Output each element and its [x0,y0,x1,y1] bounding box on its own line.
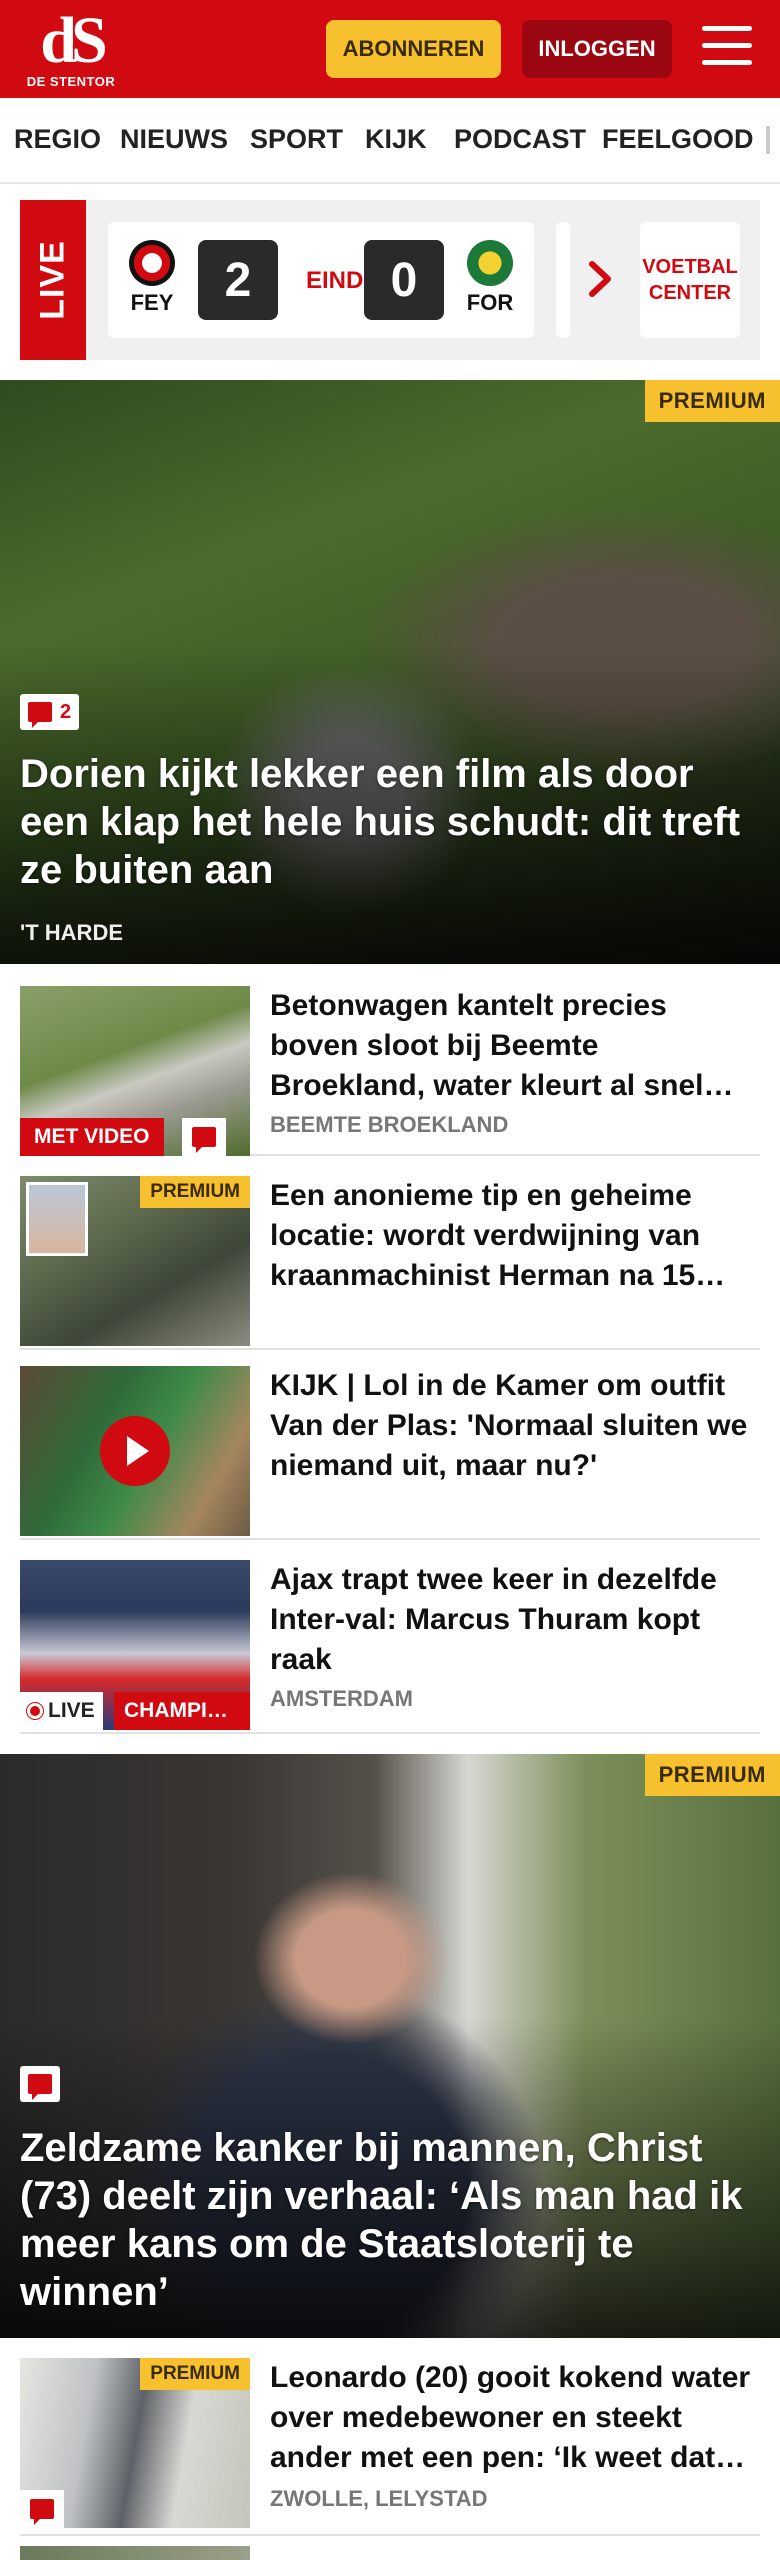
login-button[interactable]: INLOGGEN [522,20,672,78]
site-logo[interactable]: dS DE STENTOR [26,4,126,90]
live-scoreboard: LIVE FEY 2 EINDE 0 FOR VOETBAL CENTER [20,200,760,360]
nav-item-sport[interactable]: SPORT [250,124,343,155]
article-thumbnail: MET VIDEO [20,986,250,1156]
nav-item-regio[interactable]: REGIO [14,124,101,155]
nav-item-podcast[interactable]: PODCAST [454,124,586,155]
article-thumbnail: PREMIUM [20,2358,250,2528]
comment-count: 2 [60,700,72,723]
chevron-right-icon[interactable] [586,254,616,304]
fortuna-crest-icon [467,240,513,286]
article-thumbnail [20,1366,250,1536]
live-indicator: LIVE [20,1692,103,1730]
next-article-thumbnail [20,2546,250,2560]
play-icon[interactable] [100,1416,170,1486]
article-thumbnail: LIVE CHAMPI… [20,1560,250,1730]
menu-line [702,60,752,65]
hero-1-location: 'T HARDE [20,920,124,945]
match-card[interactable]: FEY 2 EINDE 0 FOR [108,222,534,338]
premium-badge: PREMIUM [140,1176,250,1208]
premium-badge: PREMIUM [140,2358,250,2390]
list-item[interactable]: MET VIDEO Betonwagen kantelt precies bov… [20,986,760,1156]
site-header: dS DE STENTOR ABONNEREN INLOGGEN [0,0,780,98]
premium-badge: PREMIUM [644,1754,780,1796]
voetbal-center-link[interactable]: VOETBAL CENTER [640,222,740,338]
comment-badge[interactable] [20,2066,60,2102]
home-team: FEY [122,240,182,316]
nav-overflow-indicator [766,126,770,154]
article-location: ZWOLLE, LELYSTAD [270,2486,488,2511]
article-location: BEEMTE BROEKLAND [270,1112,509,1137]
hero-1-title[interactable]: Dorien kijkt lekker een film als door ee… [20,750,760,894]
hero-article-2[interactable]: PREMIUM Zeldzame kanker bij mannen, Chri… [0,1754,780,2338]
nav-item-nieuws[interactable]: NIEUWS [120,124,228,155]
list-item[interactable]: PREMIUM Een anonieme tip en geheime loca… [20,1176,760,1350]
next-match-card-edge [556,222,570,338]
feyenoord-crest-icon [129,240,175,286]
premium-badge: PREMIUM [644,380,780,422]
nav-item-kijk[interactable]: KIJK [365,124,427,155]
article-title[interactable]: KIJK | Lol in de Kamer om outfit Van der… [270,1366,760,1486]
away-team: FOR [460,240,520,316]
away-score: 0 [364,240,444,320]
home-score: 2 [198,240,278,320]
home-team-abbr: FEY [130,290,174,315]
list-item[interactable]: LIVE CHAMPI… Ajax trapt twee keer in dez… [20,1560,760,1734]
hero-article-1[interactable]: PREMIUM 2 Dorien kijkt lekker een film a… [0,380,780,964]
comment-count-badge[interactable]: 2 [20,694,80,730]
comment-icon [28,702,52,728]
article-location: AMSTERDAM [270,1686,413,1711]
section-nav: REGIO NIEUWS SPORT KIJK PODCAST FEELGOOD [0,98,780,184]
article-title[interactable]: Ajax trapt twee keer in dezelfde Inter-v… [270,1560,760,1680]
video-tag: MET VIDEO [20,1118,164,1156]
list-item[interactable]: KIJK | Lol in de Kamer om outfit Van der… [20,1366,760,1540]
logo-text: DE STENTOR [26,74,116,89]
away-team-abbr: FOR [466,290,514,315]
menu-line [702,43,752,48]
hero-2-title[interactable]: Zeldzame kanker bij mannen, Christ (73) … [20,2124,760,2316]
comment-icon [182,1118,226,1156]
list-item[interactable]: PREMIUM Leonardo (20) gooit kokend water… [20,2358,760,2536]
live-label: LIVE [20,200,86,360]
comment-icon [28,2074,52,2100]
subscribe-button[interactable]: ABONNEREN [326,20,501,78]
menu-line [702,26,752,31]
category-tag: CHAMPI… [114,1692,250,1730]
article-title[interactable]: Leonardo (20) gooit kokend water over me… [270,2358,760,2478]
nav-item-feelgood[interactable]: FEELGOOD [602,124,754,155]
portrait-inset [26,1182,88,1256]
comment-icon [20,2490,64,2528]
article-thumbnail: PREMIUM [20,1176,250,1346]
article-title[interactable]: Betonwagen kantelt precies boven sloot b… [270,986,760,1106]
article-title[interactable]: Een anonieme tip en geheime locatie: wor… [270,1176,760,1296]
logo-mark: dS [40,4,107,77]
hamburger-menu-icon[interactable] [702,26,752,70]
